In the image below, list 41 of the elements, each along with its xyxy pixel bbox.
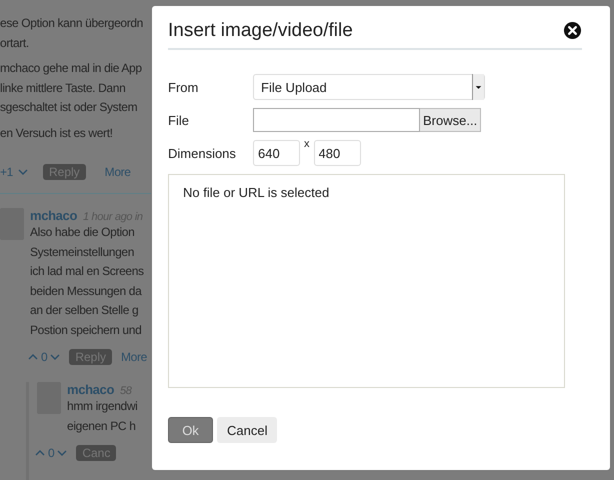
ok-button[interactable]: Ok	[168, 417, 213, 443]
comment-text: Postion speichern und	[30, 322, 142, 336]
chevron-up-icon[interactable]	[35, 450, 45, 456]
comment-text: an der selben Stelle g	[30, 303, 138, 317]
post-text: mchaco gehe mal in die App	[0, 61, 142, 75]
comment-text: beiden Messungen da	[30, 284, 142, 298]
vote-count: 0	[48, 446, 54, 460]
more-link[interactable]: More	[104, 165, 131, 179]
post-text: sgeschaltet ist oder System	[0, 100, 138, 114]
dimensions-label: Dimensions	[168, 146, 237, 160]
chevron-down-icon[interactable]	[18, 169, 28, 175]
source-dropdown[interactable]: File Upload	[253, 74, 485, 100]
height-field[interactable]: 480	[314, 140, 360, 166]
dialog-title: Insert image/video/file	[168, 19, 353, 42]
close-icon[interactable]	[563, 20, 582, 40]
author-link[interactable]: mchaco	[30, 208, 78, 223]
more-link[interactable]: More	[121, 350, 147, 364]
caret-icon[interactable]	[472, 74, 484, 100]
comment-text: Also habe die Option	[30, 225, 134, 239]
post-text: ese Option kann übergeordn	[0, 16, 144, 30]
comment-text: eigenen PC h	[67, 418, 136, 432]
chevron-up-icon[interactable]	[28, 354, 38, 360]
vote-count: 0	[41, 350, 48, 364]
file-path-field[interactable]	[253, 108, 420, 132]
from-label: From	[168, 80, 200, 94]
post-text: ortart.	[0, 36, 29, 50]
width-field[interactable]: 640	[253, 140, 300, 166]
browse-button[interactable]: Browse...	[420, 108, 482, 132]
file-label: File	[168, 112, 190, 128]
chevron-down-icon[interactable]	[50, 354, 60, 360]
chevron-down-icon[interactable]	[57, 450, 68, 456]
comment-text: ich lad mal en Screens	[30, 264, 144, 278]
author-link[interactable]: mchaco	[67, 382, 114, 397]
dimension-separator: x	[303, 138, 310, 150]
comment-text: Systemeinstellungen	[30, 244, 134, 258]
post-text: en Versuch ist es wert!	[0, 126, 113, 140]
post-text: linke mittlere Taste. Dann	[0, 80, 126, 94]
preview-message: No file or URL is selected	[183, 185, 330, 200]
vote-count: +1	[0, 165, 13, 179]
cancel-button[interactable]: Cancel	[217, 417, 278, 443]
comment-text: hmm irgendwi	[67, 399, 138, 413]
